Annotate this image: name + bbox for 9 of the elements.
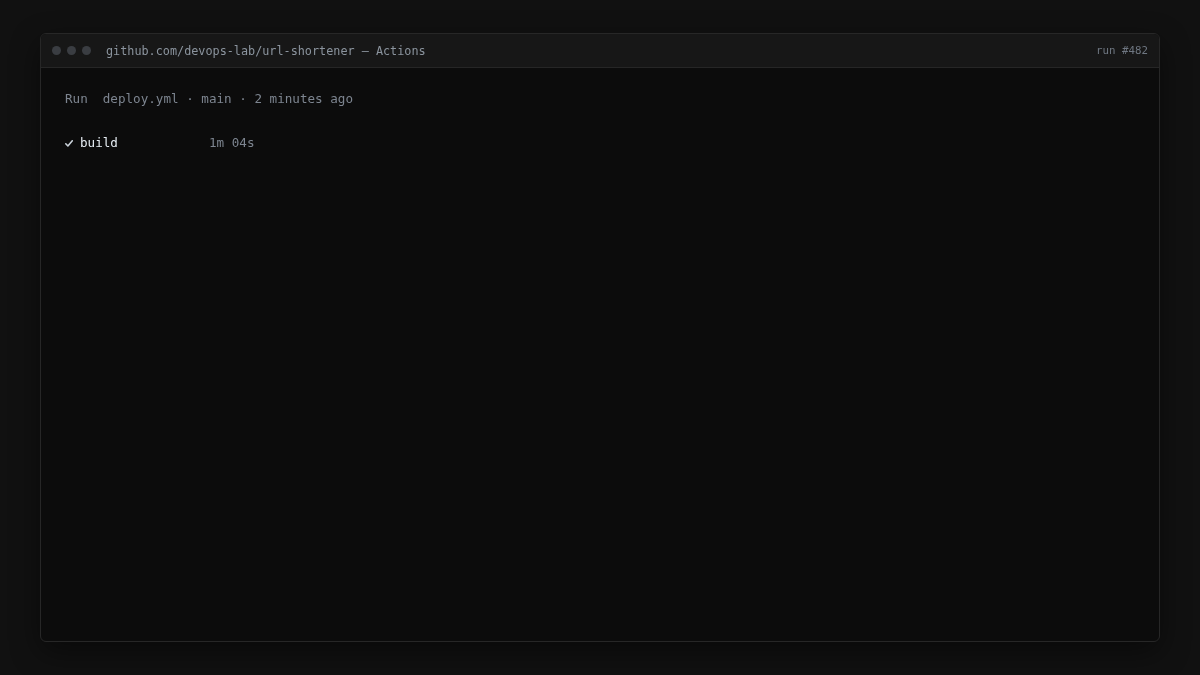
window-dot-icon <box>52 46 61 55</box>
window-dot-icon <box>67 46 76 55</box>
job-duration: 1m 04s <box>209 134 255 152</box>
run-label: Run <box>65 90 88 108</box>
window-dot-icon <box>82 46 91 55</box>
run-number: run #482 <box>1096 44 1148 57</box>
window-title: github.com/devops-lab/url-shortener — Actions <box>106 43 426 58</box>
run-details: deploy.yml · main · 2 minutes ago <box>102 90 353 108</box>
job-name[interactable]: build <box>80 134 209 152</box>
